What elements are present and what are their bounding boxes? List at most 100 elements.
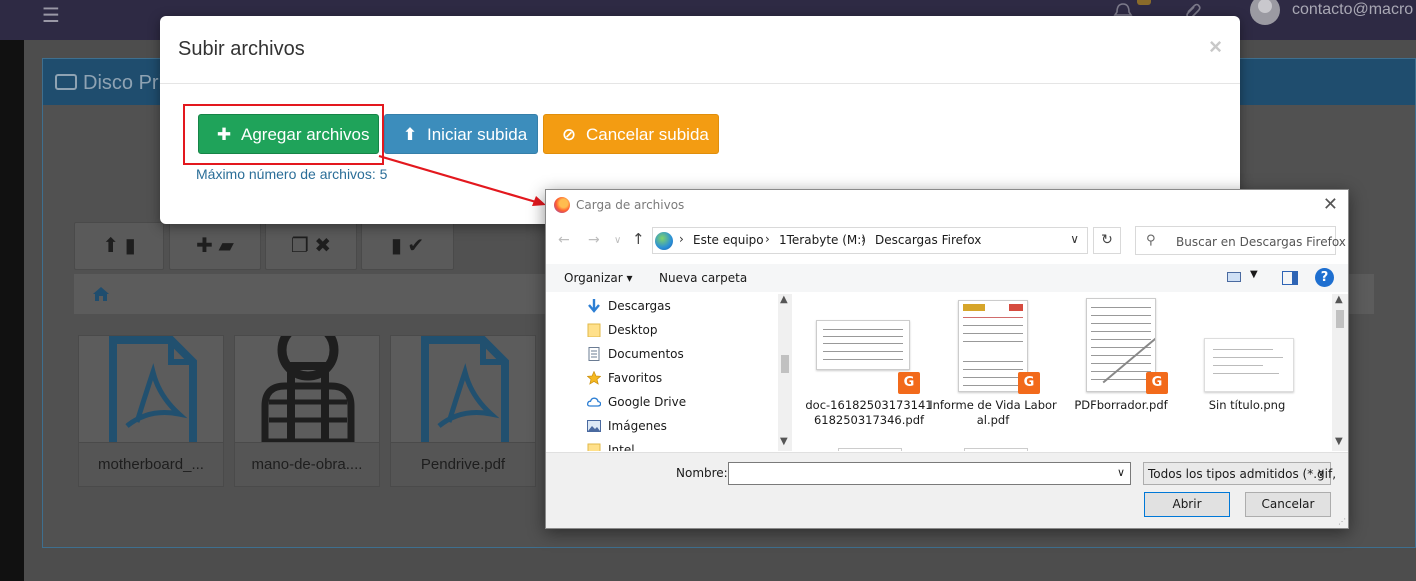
sidebar <box>0 40 24 581</box>
refresh-icon[interactable]: ↻ <box>1093 227 1121 254</box>
file-label: doc-16182503173141618250317346.pdf <box>805 398 933 427</box>
tree-item-favoritos[interactable]: Favoritos <box>586 368 766 388</box>
chevron-right-icon: › <box>679 232 684 246</box>
search-input[interactable]: ⚲ Buscar en Descargas Firefox <box>1135 226 1346 255</box>
file-type-select[interactable]: Todos los tipos admitidos (*.gif, ∨ <box>1143 462 1336 485</box>
dialog-footer: Nombre: ∨ Todos los tipos admitidos (*.g… <box>546 452 1348 528</box>
tree-item-label: Intel <box>608 443 635 451</box>
chevron-down-icon[interactable]: ▼ <box>1335 436 1343 447</box>
file-upload-dialog: Carga de archivos ✕ ← → ∨ ↑ › Este equip… <box>545 189 1349 529</box>
tree-item-descargas[interactable]: Descargas <box>586 296 766 316</box>
file-item[interactable]: G PDFborrador.pdf <box>1056 294 1186 451</box>
cancel-button[interactable]: Cancelar <box>1245 492 1331 517</box>
scrollbar-thumb[interactable] <box>781 355 789 373</box>
filename-input[interactable]: ∨ <box>728 462 1131 485</box>
hamburger-menu-icon[interactable]: ☰ <box>42 3 60 28</box>
tree-scrollbar[interactable]: ▲ ▼ <box>778 294 792 451</box>
view-mode-icon[interactable] <box>1227 272 1241 282</box>
folder-icon <box>587 323 601 337</box>
search-placeholder: Buscar en Descargas Firefox <box>1176 235 1346 249</box>
tree-item-label: Descargas <box>608 299 671 313</box>
start-upload-button[interactable]: ⬆ Iniciar subida <box>384 114 538 154</box>
tree-item-desktop[interactable]: Desktop <box>586 320 766 340</box>
scrollbar-thumb[interactable] <box>1336 310 1344 328</box>
close-icon[interactable]: ✕ <box>1323 194 1338 215</box>
firefox-icon <box>554 197 570 213</box>
file-card[interactable]: Pendrive.pdf <box>390 335 536 487</box>
file-item[interactable]: G doc-16182503173141618250317346.pdf <box>804 294 934 451</box>
file-list: G doc-16182503173141618250317346.pdf G I… <box>794 294 1332 451</box>
address-bar[interactable]: › Este equipo › 1Terabyte (M:) › Descarg… <box>652 227 1088 254</box>
pdf-icon <box>421 336 509 442</box>
tree-item-intel[interactable]: Intel <box>586 440 766 451</box>
chevron-up-icon[interactable]: ▲ <box>780 294 788 305</box>
upload-file-button[interactable]: ⬆ ▮ <box>74 222 164 270</box>
open-button[interactable]: Abrir <box>1144 492 1230 517</box>
check-icon: ✔ <box>407 235 425 257</box>
forward-arrow-icon[interactable]: → <box>588 232 600 248</box>
navigation-tree: Descargas Desktop Documentos Favoritos G… <box>546 294 778 451</box>
files-scrollbar[interactable]: ▲ ▼ <box>1332 294 1348 451</box>
copy-delete-button[interactable]: ❐ ✖ <box>265 222 357 270</box>
file-icon: ▮ <box>124 235 136 257</box>
chevron-down-icon[interactable]: ∨ <box>1070 232 1079 246</box>
search-icon: ⚲ <box>1146 233 1156 248</box>
new-folder-button[interactable]: ✚ ▰ <box>169 222 261 270</box>
tree-item-label: Desktop <box>608 323 658 337</box>
file-name: Pendrive.pdf <box>391 442 535 486</box>
user-email[interactable]: contacto@macro <box>1292 1 1413 19</box>
tree-item-google-drive[interactable]: Google Drive <box>586 392 766 412</box>
organize-button[interactable]: Organizar ▾ <box>564 271 633 285</box>
up-arrow-icon[interactable]: ↑ <box>632 230 645 248</box>
back-arrow-icon[interactable]: ← <box>558 232 570 248</box>
address-crumb[interactable]: Descargas Firefox <box>875 233 981 247</box>
dialog-title: Carga de archivos <box>576 198 685 212</box>
file-item[interactable]: Sin título.png <box>1182 294 1312 451</box>
modal-title: Subir archivos <box>178 38 305 60</box>
add-files-button[interactable]: ✚ Agregar archivos <box>198 114 379 154</box>
tree-item-documentos[interactable]: Documentos <box>586 344 766 364</box>
chevron-up-icon[interactable]: ▲ <box>1335 294 1343 305</box>
file-item[interactable]: G Informe de Vida Laboral.pdf <box>928 294 1058 451</box>
upload-icon: ⬆ <box>102 235 120 257</box>
cancel-upload-label: Cancelar subida <box>586 125 709 144</box>
chevron-down-icon[interactable]: ▼ <box>780 436 788 447</box>
pdf-reader-icon: G <box>898 372 920 394</box>
home-icon[interactable] <box>92 286 110 302</box>
divider <box>160 83 1240 84</box>
star-icon <box>587 371 601 385</box>
copy-icon: ❐ <box>290 235 309 257</box>
hard-drive-icon <box>55 74 77 90</box>
address-crumb[interactable]: Este equipo <box>693 233 764 247</box>
folder-open-icon: ▰ <box>218 235 234 257</box>
chevron-right-icon: › <box>861 232 866 246</box>
close-icon[interactable]: × <box>1209 34 1222 60</box>
chevron-down-icon[interactable]: ▼ <box>1250 269 1258 280</box>
preview-pane-icon[interactable] <box>1282 271 1298 285</box>
file-thumbnail <box>816 320 910 370</box>
new-folder-button[interactable]: Nueva carpeta <box>659 271 747 285</box>
file-card[interactable]: mano-de-obra.... <box>234 335 380 487</box>
address-crumb[interactable]: 1Terabyte (M:) <box>779 233 866 247</box>
file-icon: ▮ <box>390 235 402 257</box>
user-avatar[interactable] <box>1250 0 1280 25</box>
file-check-button[interactable]: ▮ ✔ <box>361 222 454 270</box>
cancel-upload-button[interactable]: ⊘ Cancelar subida <box>543 114 719 154</box>
tree-item-label: Imágenes <box>608 419 667 433</box>
documents-icon <box>588 347 600 361</box>
dialog-titlebar: Carga de archivos ✕ <box>546 190 1348 220</box>
file-thumbnail <box>964 448 1028 451</box>
pictures-icon <box>587 420 601 432</box>
resize-grip-icon[interactable]: ⋰ <box>1338 517 1346 526</box>
chevron-right-icon: › <box>765 232 770 246</box>
file-card[interactable]: motherboard_... <box>78 335 224 487</box>
pdf-icon <box>109 336 197 442</box>
add-files-label: Agregar archivos <box>241 125 370 144</box>
tree-item-imagenes[interactable]: Imágenes <box>586 416 766 436</box>
help-icon[interactable]: ? <box>1315 268 1334 287</box>
upload-icon: ⬆ <box>402 125 418 144</box>
chevron-down-icon[interactable]: ∨ <box>1117 466 1125 479</box>
computer-globe-icon <box>655 232 673 250</box>
file-label: PDFborrador.pdf <box>1074 398 1168 412</box>
recent-chevron-icon[interactable]: ∨ <box>614 235 621 246</box>
